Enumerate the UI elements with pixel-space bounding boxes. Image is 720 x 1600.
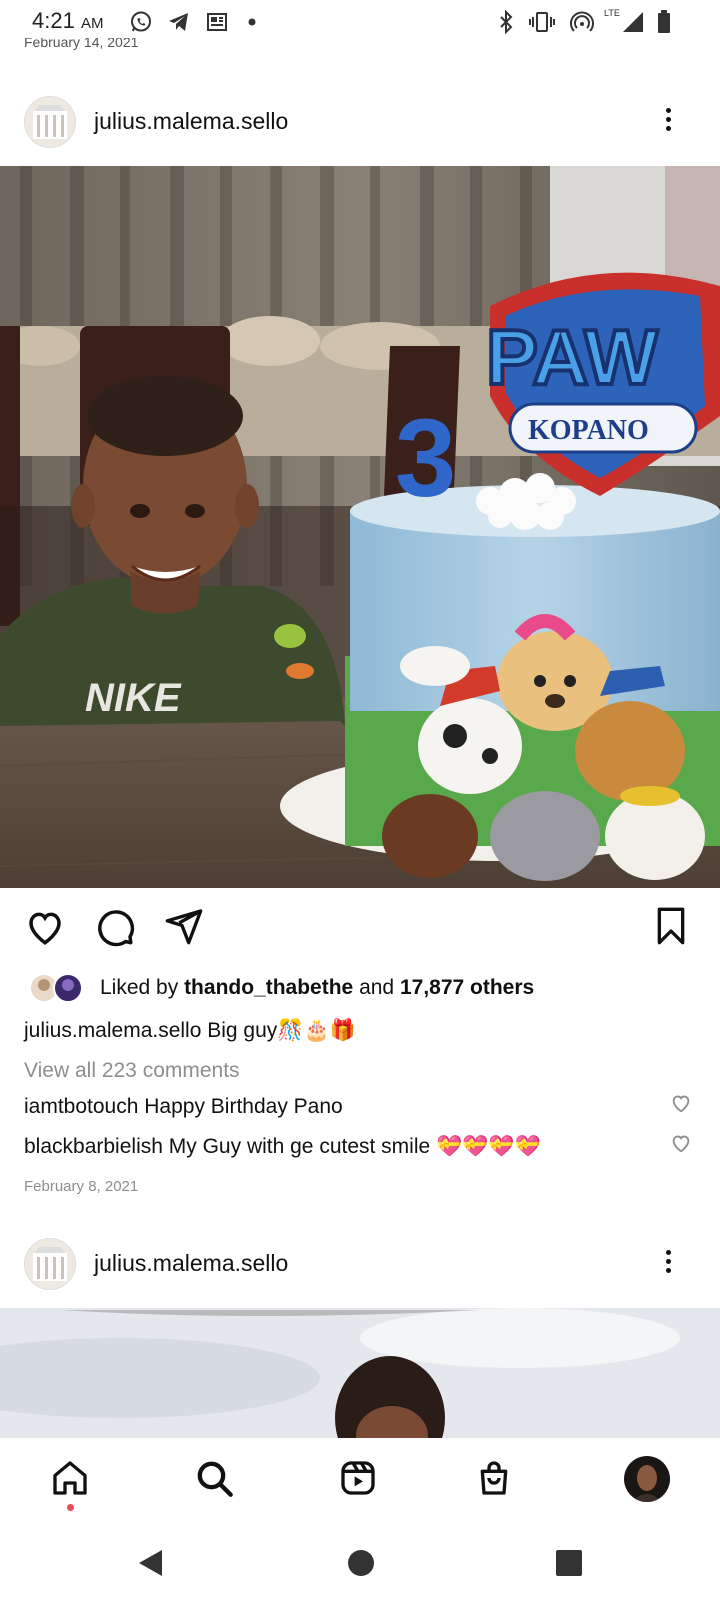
next-post-photo[interactable] bbox=[0, 1308, 720, 1438]
post-header: julius.malema.sello bbox=[0, 92, 720, 154]
bookmark-icon[interactable] bbox=[654, 906, 688, 948]
paper-plane-icon[interactable] bbox=[164, 906, 206, 948]
telegram-icon bbox=[166, 10, 192, 34]
post-username[interactable]: julius.malema.sello bbox=[94, 108, 288, 135]
shopping-bag-icon[interactable] bbox=[474, 1458, 516, 1500]
likes-count[interactable]: 17,877 others bbox=[400, 976, 534, 999]
home-notification-dot bbox=[67, 1504, 74, 1511]
hotspot-icon bbox=[568, 10, 596, 34]
whatsapp-icon bbox=[128, 10, 154, 34]
home-circle-icon[interactable] bbox=[348, 1550, 374, 1576]
home-icon[interactable] bbox=[50, 1458, 92, 1500]
more-options-icon[interactable] bbox=[662, 108, 674, 135]
liked-by-text: Liked by thando_thabethe and 17,877 othe… bbox=[100, 976, 535, 999]
view-all-comments-link[interactable]: View all 223 comments bbox=[24, 1059, 240, 1083]
network-type-label: LTE bbox=[604, 8, 620, 18]
post-date: February 8, 2021 bbox=[24, 1178, 139, 1195]
system-navigation-bar bbox=[0, 1528, 720, 1600]
avatar[interactable] bbox=[24, 96, 76, 148]
battery-icon bbox=[654, 10, 674, 34]
caption-username[interactable]: julius.malema.sello bbox=[24, 1019, 201, 1042]
post-caption: julius.malema.sello Big guy🎊🎂🎁 bbox=[24, 1019, 356, 1043]
news-icon bbox=[204, 10, 230, 34]
liked-by-avatars bbox=[28, 972, 88, 1004]
back-icon[interactable] bbox=[136, 1548, 166, 1578]
more-options-icon[interactable] bbox=[662, 1250, 674, 1277]
search-icon[interactable] bbox=[194, 1458, 236, 1500]
notification-dot-icon bbox=[246, 10, 258, 34]
previous-post-date: February 14, 2021 bbox=[24, 38, 139, 50]
signal-icon bbox=[620, 10, 646, 34]
avatar[interactable] bbox=[24, 1238, 76, 1290]
comment-like-heart-icon[interactable] bbox=[670, 1092, 694, 1116]
status-time: 4:21 AM bbox=[32, 8, 104, 33]
like-heart-icon[interactable] bbox=[24, 906, 66, 948]
topper-name: KOPANO bbox=[528, 415, 649, 446]
reels-icon[interactable] bbox=[338, 1458, 380, 1500]
comment-item: blackbarbielish My Guy with ge cutest sm… bbox=[24, 1135, 541, 1159]
comment-like-heart-icon[interactable] bbox=[670, 1132, 694, 1156]
profile-avatar[interactable] bbox=[624, 1456, 670, 1502]
next-post-header: julius.malema.sello bbox=[0, 1234, 720, 1296]
comment-username[interactable]: iamtbotouch bbox=[24, 1095, 138, 1118]
next-post-username[interactable]: julius.malema.sello bbox=[94, 1250, 288, 1277]
cake-candle-number: 3 bbox=[395, 397, 456, 520]
liked-by-user[interactable]: thando_thabethe bbox=[184, 976, 353, 999]
comment-text: Happy Birthday Pano bbox=[144, 1095, 343, 1118]
comment-bubble-icon[interactable] bbox=[94, 906, 136, 948]
bluetooth-icon bbox=[496, 10, 516, 34]
caption-text: Big guy🎊🎂🎁 bbox=[207, 1019, 356, 1042]
comment-item: iamtbotouch Happy Birthday Pano bbox=[24, 1095, 343, 1119]
topper-title: PAW bbox=[486, 313, 658, 401]
bottom-tab-bar bbox=[0, 1438, 720, 1526]
shirt-text: NIKE bbox=[85, 676, 182, 720]
comment-text: My Guy with ge cutest smile 💝💝💝💝 bbox=[168, 1135, 541, 1158]
post-photo[interactable]: NIKE 3 PAW KOPANO bbox=[0, 166, 720, 888]
vibrate-icon bbox=[528, 10, 556, 34]
comment-username[interactable]: blackbarbielish bbox=[24, 1135, 163, 1158]
recents-square-icon[interactable] bbox=[556, 1550, 582, 1576]
